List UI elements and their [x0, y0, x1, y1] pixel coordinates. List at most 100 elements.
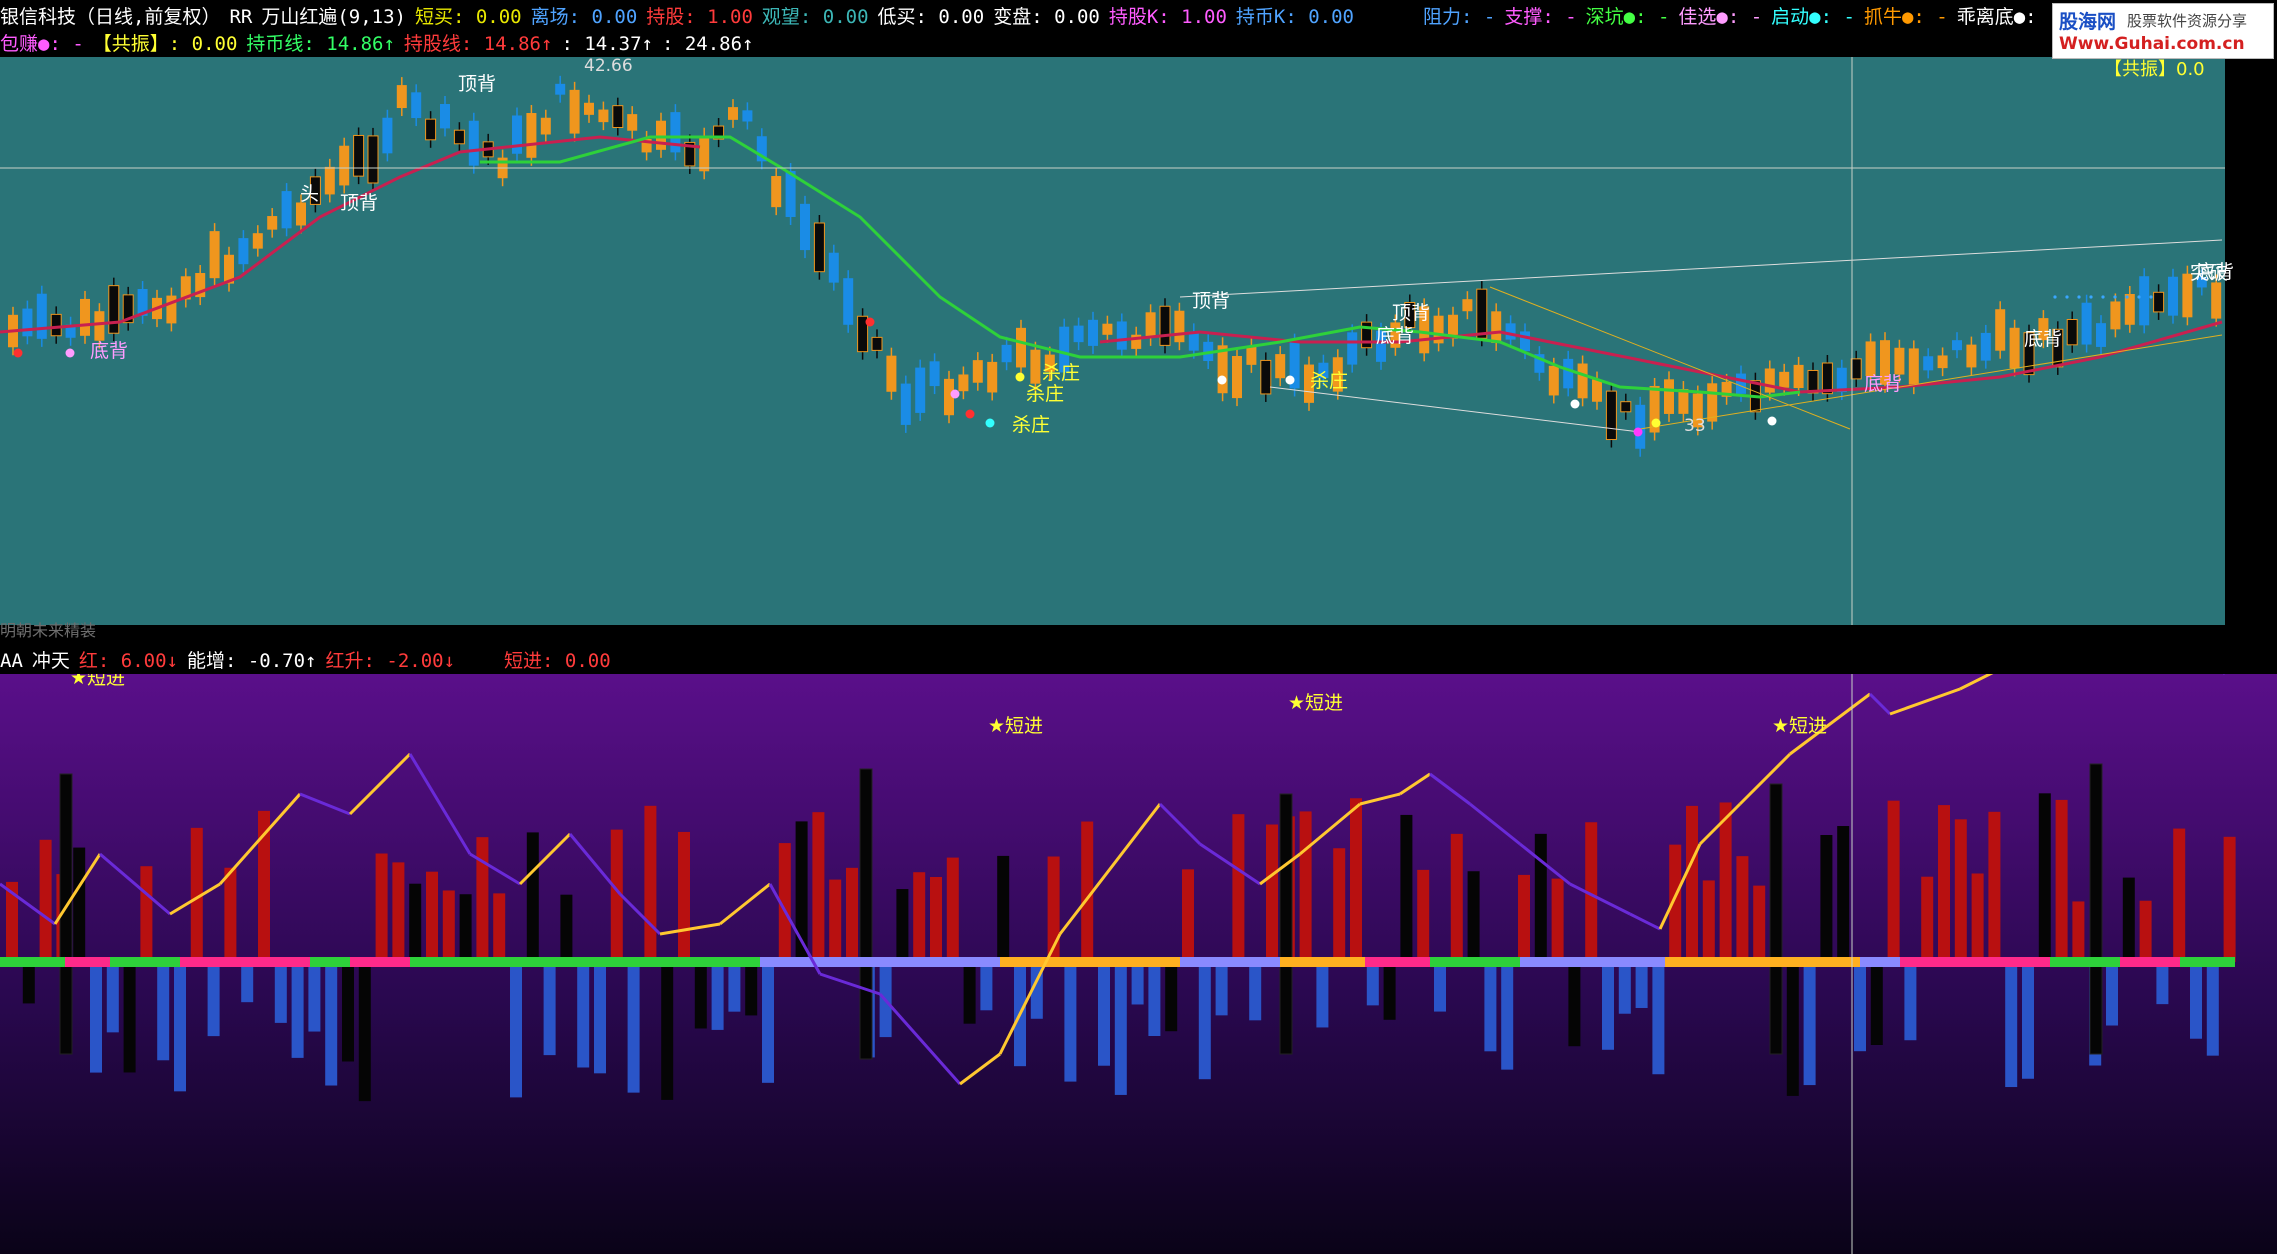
sub-bar-up — [1954, 819, 1967, 962]
sub-bar-up — [1988, 811, 2001, 962]
candle-body — [1995, 309, 2006, 351]
sub-bar-down — [1652, 962, 1665, 1075]
sub-bar-up — [1921, 876, 1934, 962]
annotation-label-0: 顶背 — [458, 73, 496, 95]
candle-body — [1347, 332, 1358, 365]
signal-dot — [1767, 416, 1777, 426]
candle-body — [785, 171, 796, 217]
candle-body — [267, 216, 278, 230]
signal-dot — [965, 409, 975, 419]
sub-bar-up — [1887, 800, 1900, 962]
candle-body — [1980, 332, 1991, 361]
sub-bar-up — [2173, 828, 2186, 962]
sub-bar-down — [2190, 962, 2202, 1039]
sub-bar-down — [1602, 962, 1614, 1050]
sub-bar-down — [1165, 962, 1178, 1032]
annotation-label-5: 顶背 — [1392, 302, 1430, 324]
sub-bar-down — [1786, 962, 1799, 1096]
annotation-label-9: 杀庄 — [1042, 362, 1080, 384]
candle-body — [958, 374, 969, 392]
candle-body — [1001, 344, 1012, 363]
logo-url: Www.Guhai.com.cn — [2059, 34, 2245, 54]
sub-bar-down — [963, 962, 976, 1024]
candle-body — [1923, 356, 1934, 371]
sub-bar-up — [526, 832, 539, 962]
header-main-item-5: 持股: 1.00 — [646, 6, 753, 28]
candle-body — [512, 115, 522, 154]
resonance-label: 【共振】0.0 — [2104, 59, 2205, 80]
sub-bar-down — [1870, 962, 1883, 1045]
candle-body — [425, 118, 437, 141]
sub-bar-down — [1198, 962, 1211, 1080]
sub-bar-up — [375, 853, 388, 962]
sub-bar-down — [1316, 962, 1329, 1028]
header-sub-item-2: 红: 6.00↓ — [78, 650, 178, 672]
logo-title: 股海网 — [2059, 11, 2117, 33]
candle-body — [94, 311, 105, 341]
zero-band-segment — [1430, 957, 1520, 967]
header-second-item-2: 持币线: 14.86↑ — [246, 33, 395, 55]
annotation-label-1: 顶背 — [340, 192, 378, 214]
zero-band-segment — [1860, 957, 1900, 967]
zero-band-segment — [0, 957, 65, 967]
candle-body — [656, 120, 666, 150]
candle-body — [296, 202, 306, 226]
annotation-label-6: 底背 — [1376, 325, 1414, 347]
candle-body — [1850, 358, 1862, 380]
candle-body — [1966, 344, 1977, 368]
sub-indicator-chart[interactable]: ★短进 ★短进 ★短进 ★短进 — [0, 674, 2277, 1254]
sub-bar-up — [997, 855, 1010, 962]
zero-band-segment — [310, 957, 350, 967]
candle-body — [1620, 401, 1632, 413]
zero-band-segment — [560, 957, 760, 967]
candle-body — [209, 231, 220, 279]
support-dot — [2077, 295, 2081, 299]
sub-bar-down — [123, 962, 136, 1073]
sub-bar-down — [762, 962, 774, 1083]
sub-bar-up — [1736, 856, 1749, 962]
candle-body — [1605, 390, 1617, 441]
header-main-signal-5: 抓牛●: - — [1863, 6, 1948, 28]
candle-body — [1952, 340, 1962, 351]
signal-dot — [985, 418, 995, 428]
sub-bar-down — [1131, 962, 1144, 1005]
zero-band-segment — [110, 957, 180, 967]
header-sub-item-4: 红升: -2.00↓ — [325, 650, 456, 672]
zero-band-segment — [1365, 957, 1430, 967]
short-entry-marker-1: ★短进 — [988, 715, 1043, 737]
annotation-label-14: 底背 — [2196, 261, 2234, 283]
candle-body — [742, 110, 753, 122]
sub-bar-up — [1350, 798, 1362, 962]
sub-bar-up — [1534, 833, 1547, 962]
candle-body — [612, 105, 624, 129]
sub-bar-down — [1383, 962, 1396, 1020]
sub-bar-up — [930, 876, 942, 962]
sub-bar-down — [174, 962, 186, 1092]
sub-bar-down — [577, 962, 590, 1068]
candle-body — [396, 85, 407, 109]
candle-body — [540, 117, 551, 135]
header-main-item-9: 持股K: 1.00 — [1108, 6, 1227, 28]
sub-bar-down — [325, 962, 338, 1086]
annotation-label-12: 杀庄 — [1310, 370, 1348, 392]
annotation-label-3: 底背 — [90, 340, 128, 362]
candle-body — [929, 361, 940, 387]
sub-bar-up — [1417, 869, 1430, 962]
candle-body — [972, 360, 983, 383]
zero-band-segment — [2180, 957, 2235, 967]
price-high-label: 42.66 — [584, 57, 633, 76]
candle-body — [2009, 327, 2020, 369]
candle-body — [771, 176, 782, 208]
candle-body — [2066, 318, 2078, 346]
annotation-label-10: 杀庄 — [1026, 383, 1064, 405]
sub-bar-down — [1249, 962, 1262, 1021]
sub-bar-down — [157, 962, 170, 1061]
short-entry-marker-0: ★短进 — [70, 674, 125, 689]
annotation-label-7: 底背 — [1864, 373, 1902, 395]
candle-body — [1073, 325, 1084, 343]
candlestick-chart[interactable]: 顶背顶背头底背顶背顶背底背底背底背杀庄杀庄杀庄杀庄突破底背42.6633【共振】… — [0, 57, 2277, 625]
signal-dot — [1217, 375, 1227, 385]
sub-bar-up — [812, 812, 825, 962]
candle-body — [900, 383, 911, 425]
sub-bar-down — [1064, 962, 1077, 1082]
